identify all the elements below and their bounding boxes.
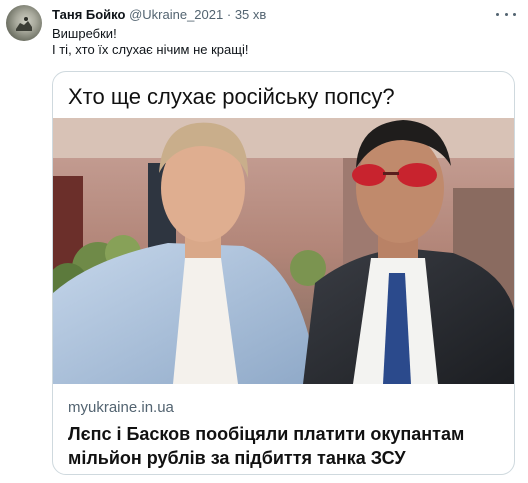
tweet: Таня Бойко @Ukraine_2021 · 35 хв Вишребк… [0, 0, 528, 483]
card-domain: myukraine.in.ua [68, 399, 174, 416]
more-horizontal-icon [496, 12, 499, 16]
card-title-line: мільйон рублів за підбиття танка ЗСУ [68, 448, 406, 468]
card-photo [53, 118, 514, 384]
author-name[interactable]: Таня Бойко [52, 7, 125, 22]
tweet-text-line: Вишребки! [52, 26, 117, 41]
tweet-text-line: І ті, хто їх слухає нічим не кращі! [52, 41, 249, 57]
card-image-headline: Хто ще слухає російську попсу? [68, 84, 395, 109]
author-handle[interactable]: @Ukraine_2021 [129, 7, 223, 22]
header-separator: · [226, 7, 232, 22]
more-horizontal-icon [504, 12, 508, 16]
card-title: Лєпс і Басков пообіцяли платити окупанта… [68, 422, 464, 470]
avatar-figure-icon [16, 17, 32, 31]
tweet-timestamp[interactable]: 35 хв [235, 7, 266, 22]
card-title-line: Лєпс і Басков пообіцяли платити окупанта… [68, 424, 465, 444]
more-options-button[interactable] [496, 8, 516, 20]
more-horizontal-icon [513, 12, 516, 16]
tweet-header: Таня Бойко @Ukraine_2021 · 35 хв [52, 7, 266, 23]
link-card[interactable]: Хто ще слухає російську попсу? myukraine… [52, 71, 515, 475]
author-avatar[interactable] [6, 5, 42, 41]
tweet-text: Вишребки! І ті, хто їх слухає нічим не к… [52, 26, 248, 57]
